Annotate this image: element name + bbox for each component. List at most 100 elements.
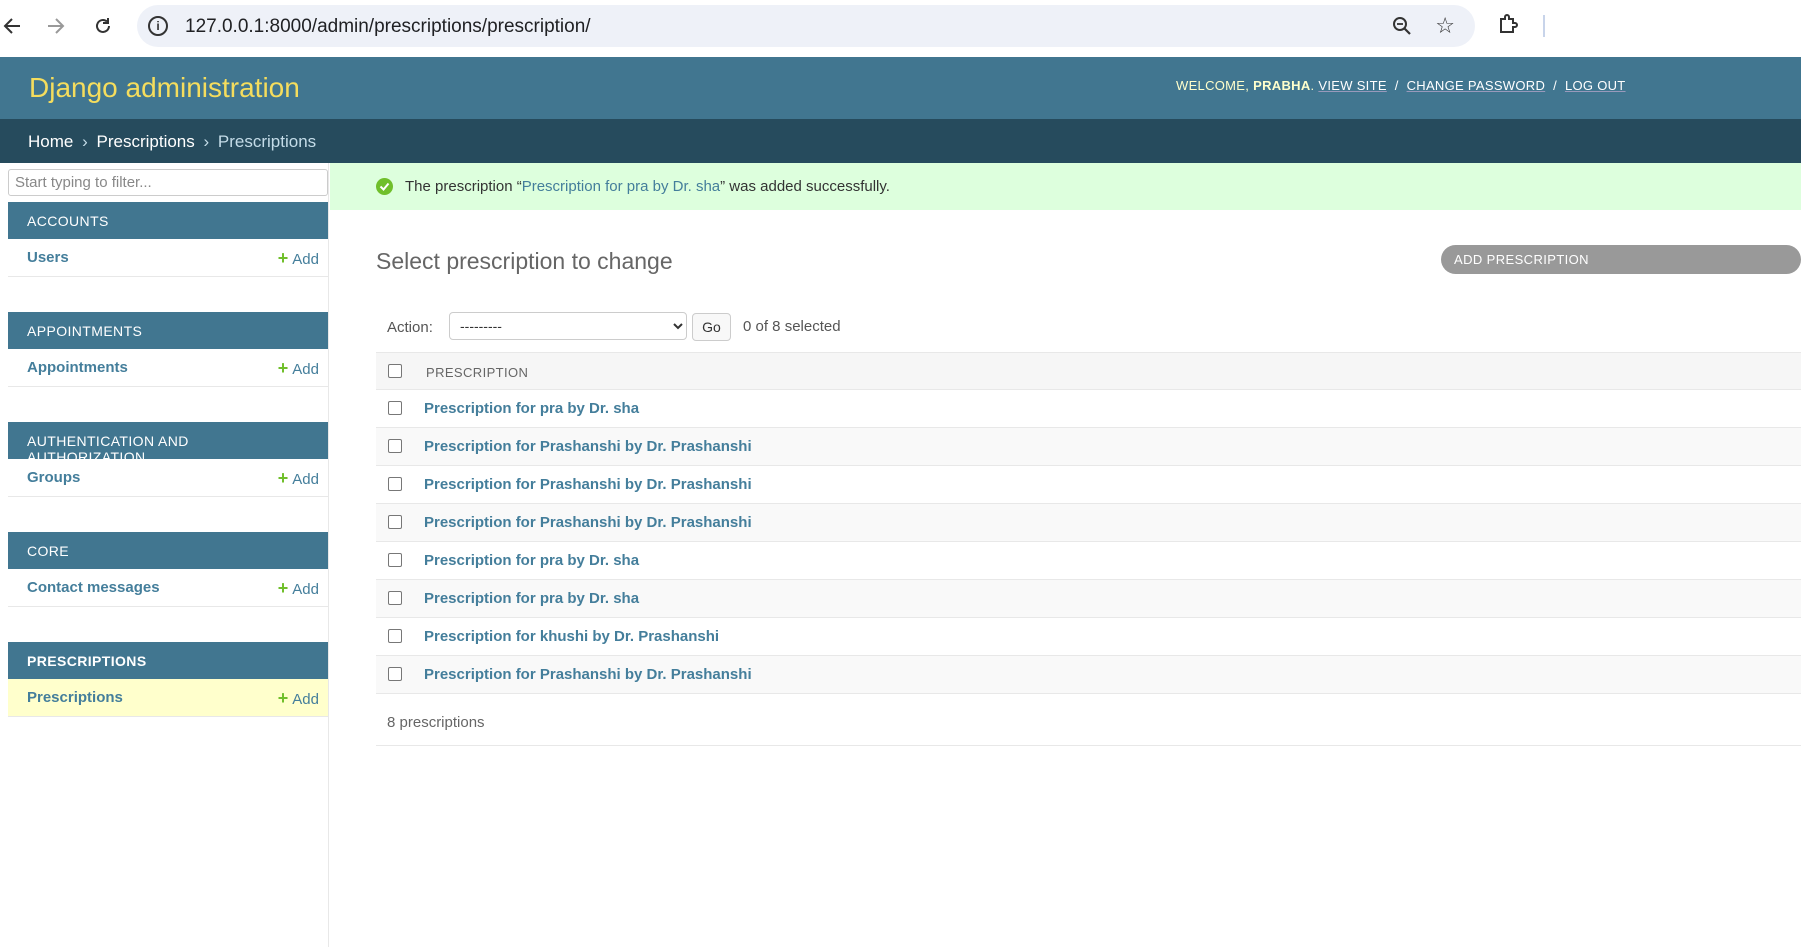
forward-arrow-icon[interactable]	[44, 14, 68, 38]
column-header-prescription[interactable]: PRESCRIPTION	[426, 365, 528, 380]
welcome-text: WELCOME,	[1176, 78, 1250, 93]
module-caption[interactable]: PRESCRIPTIONS	[8, 642, 328, 679]
model-link[interactable]: Users	[27, 249, 69, 266]
sidebar-item-users: Users + Add	[8, 239, 328, 277]
row-link[interactable]: Prescription for Prashanshi by Dr. Prash…	[424, 476, 752, 493]
url-text[interactable]: 127.0.0.1:8000/admin/prescriptions/presc…	[185, 16, 591, 38]
module-caption[interactable]: AUTHENTICATION AND AUTHORIZATION	[8, 422, 328, 465]
extensions-icon[interactable]	[1496, 12, 1520, 41]
username: PRABHA	[1253, 78, 1311, 93]
module-auth: AUTHENTICATION AND AUTHORIZATION Groups …	[8, 422, 328, 497]
row-checkbox[interactable]	[388, 667, 402, 681]
model-link[interactable]: Contact messages	[27, 579, 160, 596]
admin-header: Django administration WELCOME, PRABHA. V…	[0, 57, 1801, 119]
select-all-checkbox[interactable]	[388, 364, 402, 378]
module-core: CORE Contact messages + Add	[8, 532, 328, 607]
module-caption[interactable]: CORE	[8, 532, 328, 569]
plus-icon: +	[277, 468, 289, 488]
table-row: Prescription for Prashanshi by Dr. Prash…	[376, 428, 1801, 466]
module-caption[interactable]: APPOINTMENTS	[8, 312, 328, 349]
reload-icon[interactable]	[91, 14, 115, 38]
success-message: The prescription “Prescription for pra b…	[330, 163, 1801, 210]
sidebar-filter-input[interactable]	[8, 169, 328, 196]
add-link[interactable]: + Add	[278, 578, 319, 599]
action-bar: Action: --------- Go 0 of 8 selected	[376, 305, 1801, 351]
message-prefix: The prescription “	[405, 178, 522, 195]
add-label: Add	[292, 581, 319, 598]
model-link[interactable]: Groups	[27, 469, 80, 486]
add-link[interactable]: + Add	[278, 468, 319, 489]
message-suffix: ” was added successfully.	[720, 178, 890, 195]
sidebar-item-prescriptions: Prescriptions + Add	[8, 679, 328, 717]
address-bar[interactable]: i 127.0.0.1:8000/admin/prescriptions/pre…	[137, 5, 1475, 47]
separator: /	[1553, 78, 1558, 93]
model-link[interactable]: Appointments	[27, 359, 128, 376]
paginator: 8 prescriptions	[376, 704, 1801, 746]
table-row: Prescription for pra by Dr. sha	[376, 580, 1801, 618]
browser-toolbar: i 127.0.0.1:8000/admin/prescriptions/pre…	[0, 0, 1801, 57]
result-list: PRESCRIPTION Prescription for pra by Dr.…	[376, 352, 1801, 694]
plus-icon: +	[277, 578, 289, 598]
selection-counter: 0 of 8 selected	[743, 318, 841, 335]
go-button[interactable]: Go	[692, 313, 731, 341]
breadcrumb-app[interactable]: Prescriptions	[97, 132, 195, 151]
add-link[interactable]: + Add	[278, 248, 319, 269]
site-info-icon[interactable]: i	[148, 16, 168, 36]
add-link[interactable]: + Add	[278, 358, 319, 379]
sidebar-item-groups: Groups + Add	[8, 459, 328, 497]
row-checkbox[interactable]	[388, 439, 402, 453]
row-link[interactable]: Prescription for Prashanshi by Dr. Prash…	[424, 438, 752, 455]
plus-icon: +	[277, 248, 289, 268]
success-check-icon	[376, 178, 393, 195]
row-link[interactable]: Prescription for Prashanshi by Dr. Prash…	[424, 666, 752, 683]
add-link[interactable]: + Add	[278, 688, 319, 709]
zoom-icon[interactable]	[1391, 15, 1413, 42]
module-accounts: ACCOUNTS Users + Add	[8, 202, 328, 277]
module-caption[interactable]: ACCOUNTS	[8, 202, 328, 239]
model-link[interactable]: Prescriptions	[27, 689, 123, 706]
add-prescription-button[interactable]: ADD PRESCRIPTION	[1441, 245, 1801, 274]
table-header: PRESCRIPTION	[376, 352, 1801, 390]
row-checkbox[interactable]	[388, 629, 402, 643]
row-checkbox[interactable]	[388, 515, 402, 529]
breadcrumb-arrow: ›	[203, 132, 210, 151]
breadcrumb-arrow: ›	[82, 132, 88, 151]
page-title: Select prescription to change	[376, 248, 673, 274]
table-row: Prescription for Prashanshi by Dr. Prash…	[376, 466, 1801, 504]
action-select[interactable]: ---------	[449, 312, 687, 340]
result-count: 8 prescriptions	[387, 714, 485, 731]
message-text: The prescription “Prescription for pra b…	[405, 178, 890, 195]
table-row: Prescription for pra by Dr. sha	[376, 542, 1801, 580]
row-checkbox[interactable]	[388, 401, 402, 415]
back-arrow-icon[interactable]	[0, 14, 24, 38]
row-checkbox[interactable]	[388, 553, 402, 567]
table-row: Prescription for khushi by Dr. Prashansh…	[376, 618, 1801, 656]
log-out-link[interactable]: LOG OUT	[1565, 78, 1626, 93]
sidebar-item-appointments: Appointments + Add	[8, 349, 328, 387]
site-branding[interactable]: Django administration	[29, 72, 300, 104]
add-label: Add	[292, 471, 319, 488]
plus-icon: +	[277, 688, 289, 708]
sidebar-item-contact-messages: Contact messages + Add	[8, 569, 328, 607]
separator: /	[1394, 78, 1399, 93]
row-link[interactable]: Prescription for pra by Dr. sha	[424, 552, 639, 569]
module-appointments: APPOINTMENTS Appointments + Add	[8, 312, 328, 387]
row-link[interactable]: Prescription for pra by Dr. sha	[424, 400, 639, 417]
bookmark-star-icon[interactable]: ☆	[1435, 13, 1455, 39]
row-checkbox[interactable]	[388, 591, 402, 605]
add-label: Add	[292, 361, 319, 378]
breadcrumb-home[interactable]: Home	[28, 132, 73, 151]
view-site-link[interactable]: VIEW SITE	[1318, 78, 1386, 93]
row-link[interactable]: Prescription for khushi by Dr. Prashansh…	[424, 628, 719, 645]
breadcrumb-current: Prescriptions	[217, 132, 317, 151]
add-label: Add	[292, 251, 319, 268]
nav-sidebar: ACCOUNTS Users +Add APPOINTMENTS Appoint…	[8, 163, 329, 947]
change-password-link[interactable]: CHANGE PASSWORD	[1407, 78, 1546, 93]
row-link[interactable]: Prescription for pra by Dr. sha	[424, 590, 639, 607]
row-checkbox[interactable]	[388, 477, 402, 491]
module-prescriptions: PRESCRIPTIONS Prescriptions + Add	[8, 642, 328, 717]
table-row: Prescription for Prashanshi by Dr. Prash…	[376, 504, 1801, 542]
table-row: Prescription for pra by Dr. sha	[376, 390, 1801, 428]
message-object-link[interactable]: Prescription for pra by Dr. sha	[522, 178, 720, 195]
row-link[interactable]: Prescription for Prashanshi by Dr. Prash…	[424, 514, 752, 531]
